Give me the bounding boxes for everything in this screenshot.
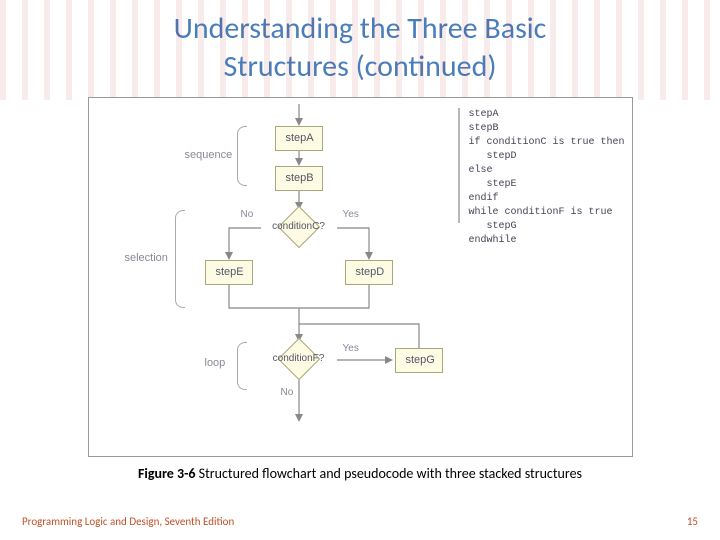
figure-caption: Figure 3-6 Structured flowchart and pseu…	[0, 465, 720, 482]
footer-book-title: Programming Logic and Design, Seventh Ed…	[22, 515, 234, 528]
brace-loop	[237, 342, 247, 390]
stepG-label: stepG	[406, 354, 435, 366]
conditionF-label: conditionF?	[259, 354, 339, 364]
caption-prefix: Figure 3-6	[138, 465, 196, 482]
title-line-1: Understanding the Three Basic	[174, 10, 547, 47]
brace-selection	[175, 210, 185, 308]
condC-yes-label: Yes	[343, 210, 359, 220]
stepD-label: stepD	[356, 266, 385, 278]
figure-container: stepA stepB conditionC? No Yes stepE ste…	[88, 97, 633, 457]
title-line-2: Structures (continued)	[224, 48, 497, 85]
caption-text: Structured flowchart and pseudocode with…	[195, 465, 582, 482]
process-stepE: stepE	[205, 260, 253, 285]
process-stepB: stepB	[275, 166, 323, 191]
pseudocode-block: stepA stepB if conditionC is true then s…	[469, 108, 625, 248]
stepB-label: stepB	[286, 172, 314, 184]
conditionC-label: conditionC?	[259, 222, 339, 232]
condC-no-label: No	[241, 210, 254, 220]
brace-sequence	[237, 126, 247, 186]
label-selection: selection	[125, 253, 168, 264]
condF-no-label: No	[281, 388, 294, 398]
label-loop: loop	[205, 358, 226, 369]
label-sequence: sequence	[185, 150, 233, 161]
slide-title: Understanding the Three Basic Structures…	[0, 0, 720, 93]
process-stepG: stepG	[395, 348, 443, 373]
process-stepA: stepA	[275, 126, 323, 151]
footer-page-number: 15	[687, 515, 698, 528]
process-stepD: stepD	[345, 260, 393, 285]
stepE-label: stepE	[216, 266, 244, 278]
stepA-label: stepA	[286, 132, 314, 144]
condF-yes-label: Yes	[343, 344, 359, 354]
